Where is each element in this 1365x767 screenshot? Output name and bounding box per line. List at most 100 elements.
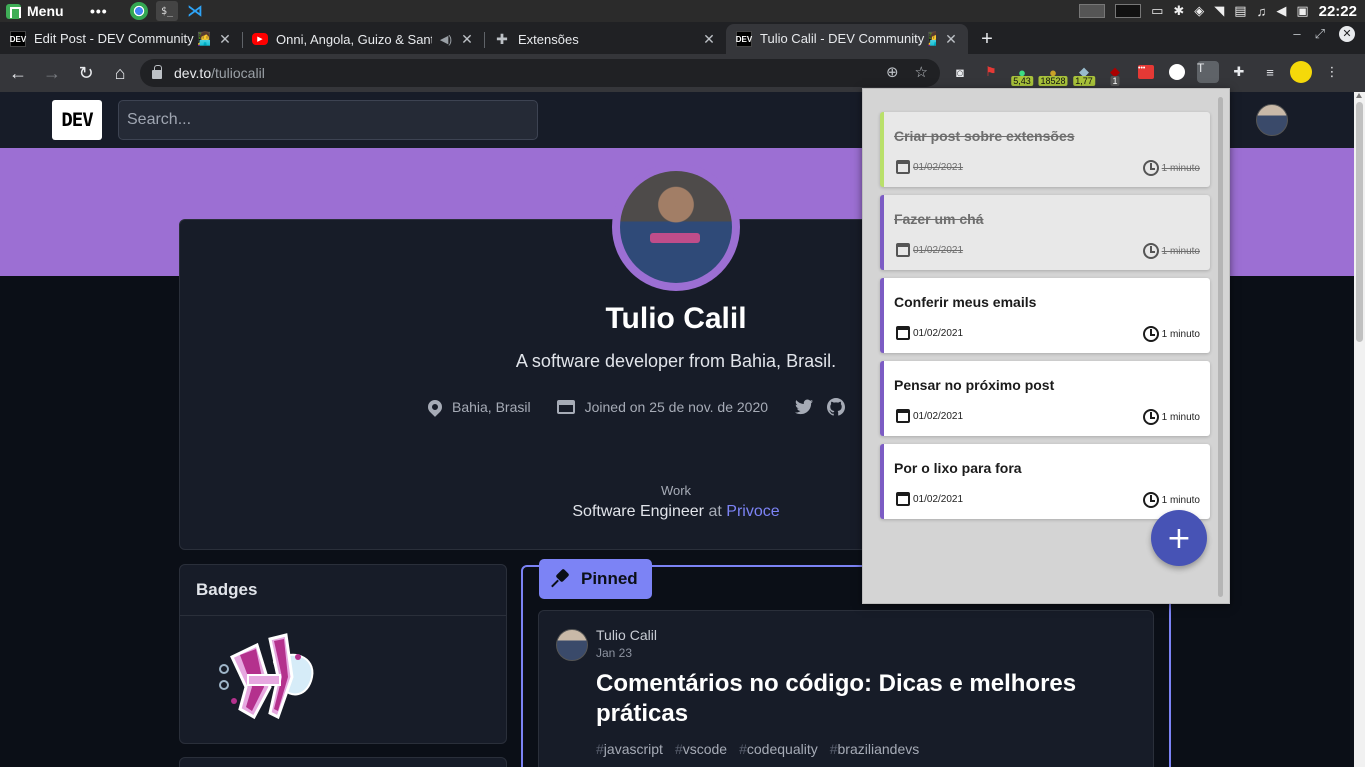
os-tray: ▭ ✱ ◈ ◥ ▤ ♫ ◀ ▣ 22:22 bbox=[1079, 0, 1357, 22]
volume-icon[interactable]: ◀ bbox=[1276, 3, 1286, 19]
tasks-extension-button[interactable]: T bbox=[1196, 58, 1220, 86]
tag-link[interactable]: #javascript bbox=[596, 741, 663, 757]
battery-icon[interactable]: ▣ bbox=[1296, 3, 1308, 19]
work-role: Software Engineer bbox=[572, 503, 705, 520]
twitter-icon[interactable] bbox=[794, 397, 814, 417]
wifi-icon[interactable]: ◥ bbox=[1214, 3, 1224, 19]
calendar-icon bbox=[896, 326, 910, 340]
os-menu-button[interactable]: Menu bbox=[0, 3, 80, 19]
tab-extensions[interactable]: ✚ Extensões ✕ bbox=[484, 24, 726, 54]
task-title: Por o lixo para fora bbox=[894, 460, 1022, 476]
display-icon[interactable]: ▭ bbox=[1151, 3, 1163, 19]
task-duration: 1 minuto bbox=[1142, 160, 1200, 176]
address-bar[interactable]: dev.to/tuliocalil ⊕ ☆ bbox=[140, 59, 940, 87]
clock-icon bbox=[1142, 243, 1159, 259]
audio-playing-icon[interactable]: ◀) bbox=[440, 33, 452, 46]
article-title[interactable]: Comentários no código: Dicas e melhores … bbox=[596, 669, 1116, 729]
tab-close-icon[interactable]: ✕ bbox=[460, 31, 474, 48]
article-author[interactable]: Tulio Calil bbox=[596, 627, 657, 643]
vscode-app-icon[interactable]: ⋊ bbox=[184, 1, 206, 21]
location-text: Bahia, Brasil bbox=[452, 399, 531, 415]
os-top-panel: Menu ••• $_ ⋊ ▭ ✱ ◈ ◥ ▤ ♫ ◀ ▣ 22:22 bbox=[0, 0, 1365, 22]
music-icon[interactable]: ♫ bbox=[1257, 4, 1267, 19]
task-date: 01/02/2021 bbox=[896, 492, 963, 506]
coin-extension-icon[interactable]: ● 18528 bbox=[1038, 58, 1068, 86]
pinned-label: Pinned bbox=[581, 569, 638, 588]
ublock-extension-icon[interactable]: ◆ 1 bbox=[1103, 58, 1127, 86]
os-clock[interactable]: 22:22 bbox=[1319, 3, 1357, 20]
article-date: Jan 23 bbox=[596, 646, 633, 660]
dev-logo[interactable]: DEV bbox=[52, 100, 102, 140]
task-card[interactable]: Criar post sobre extensões 01/02/2021 1 … bbox=[880, 112, 1210, 187]
tab-youtube[interactable]: ▶ Onni, Angola, Guizo & Sant ◀) ✕ bbox=[242, 24, 484, 54]
red-extension-badge: ••• bbox=[1138, 65, 1154, 79]
profile-avatar-icon[interactable] bbox=[1289, 58, 1313, 86]
flag-extension-icon[interactable]: ⚑ bbox=[979, 58, 1003, 86]
extensions-puzzle-icon[interactable]: ✚ bbox=[1227, 58, 1251, 86]
pinned-article[interactable]: Tulio Calil Jan 23 Comentários no código… bbox=[538, 610, 1154, 767]
task-card[interactable]: Por o lixo para fora 01/02/2021 1 minuto bbox=[880, 444, 1210, 519]
new-tab-button[interactable]: + bbox=[972, 24, 1002, 54]
task-card[interactable]: Conferir meus emails 01/02/2021 1 minuto bbox=[880, 278, 1210, 353]
home-button[interactable]: ⌂ bbox=[104, 57, 136, 89]
bluetooth-icon[interactable]: ✱ bbox=[1173, 3, 1184, 19]
shield-icon[interactable]: ◈ bbox=[1194, 3, 1204, 19]
popup-scrollbar[interactable] bbox=[1218, 97, 1223, 597]
work-company-link[interactable]: Privoce bbox=[726, 503, 779, 520]
heartbeat-dot bbox=[1169, 64, 1185, 80]
tag-link[interactable]: #codequality bbox=[739, 741, 818, 757]
add-task-button[interactable]: + bbox=[1151, 510, 1207, 566]
reload-button[interactable]: ↻ bbox=[70, 57, 102, 89]
chrome-app-icon[interactable] bbox=[130, 2, 148, 20]
close-window-icon[interactable]: ✕ bbox=[1339, 26, 1355, 42]
tasks-extension-popup: Criar post sobre extensões 01/02/2021 1 … bbox=[862, 88, 1230, 604]
scrollbar-thumb[interactable] bbox=[1356, 102, 1363, 342]
tab-close-icon[interactable]: ✕ bbox=[944, 31, 958, 48]
header-avatar[interactable] bbox=[1256, 104, 1288, 136]
github-icon[interactable] bbox=[826, 397, 846, 417]
extension-badge: 1,77 bbox=[1073, 76, 1095, 86]
tab-profile[interactable]: DEV Tulio Calil - DEV Community 👩‍💻 ✕ bbox=[726, 24, 968, 54]
chrome-menu-icon[interactable]: ⋮ bbox=[1320, 58, 1344, 86]
joined-item: Joined on 25 de nov. de 2020 bbox=[556, 399, 768, 415]
task-card[interactable]: Fazer um chá 01/02/2021 1 minuto bbox=[880, 195, 1210, 270]
tag-link[interactable]: #braziliandevs bbox=[830, 741, 920, 757]
back-button[interactable]: ← bbox=[2, 57, 34, 89]
tab-edit-post[interactable]: DEV Edit Post - DEV Community 👩‍💻 ✕ bbox=[0, 24, 242, 54]
minimize-icon[interactable]: – bbox=[1293, 26, 1300, 42]
url-path: /tuliocalil bbox=[211, 65, 265, 81]
leaf-extension-icon[interactable]: ◆ 1,77 bbox=[1072, 58, 1096, 86]
os-workspaces-button[interactable]: ••• bbox=[90, 3, 120, 19]
tag-link[interactable]: #vscode bbox=[675, 741, 727, 757]
tab-close-icon[interactable]: ✕ bbox=[218, 31, 232, 48]
task-card[interactable]: Pensar no próximo post 01/02/2021 1 minu… bbox=[880, 361, 1210, 436]
cpu-graph-icon bbox=[1079, 4, 1106, 18]
zoom-icon[interactable]: ⊕ bbox=[886, 63, 899, 81]
article-author-avatar[interactable] bbox=[556, 629, 588, 661]
maximize-icon[interactable]: ⤢ bbox=[1315, 26, 1325, 42]
page-scrollbar[interactable] bbox=[1354, 92, 1365, 767]
calendar-icon bbox=[896, 492, 910, 506]
clipboard-icon[interactable]: ▤ bbox=[1234, 3, 1246, 19]
camera-extension-icon[interactable]: ◙ bbox=[948, 58, 972, 86]
task-duration: 1 minuto bbox=[1142, 409, 1200, 425]
terminal-app-icon[interactable]: $_ bbox=[156, 1, 178, 21]
tab-close-icon[interactable]: ✕ bbox=[702, 31, 716, 48]
media-queue-icon[interactable]: ≡ bbox=[1258, 58, 1282, 86]
android-extension-icon[interactable]: ● 5,43 bbox=[1010, 58, 1034, 86]
task-duration: 1 minuto bbox=[1142, 243, 1200, 259]
scroll-up-arrow-icon[interactable] bbox=[1356, 93, 1362, 98]
task-title: Pensar no próximo post bbox=[894, 377, 1055, 393]
red-extension-icon[interactable]: ••• bbox=[1134, 58, 1158, 86]
work-at: at bbox=[708, 503, 722, 520]
mint-logo-icon bbox=[6, 3, 21, 19]
extensions-row: ◙ ⚑ ● 5,43 ● 18528 ◆ 1,77 ◆ 1 ••• T ✚ ≡ ⋮ bbox=[948, 58, 1344, 86]
pinned-tag: Pinned bbox=[539, 559, 652, 599]
lock-icon[interactable] bbox=[152, 65, 162, 79]
bookmark-star-icon[interactable]: ☆ bbox=[915, 63, 928, 81]
profile-avatar bbox=[612, 163, 740, 291]
hacktoberfest-badge-icon[interactable] bbox=[212, 627, 322, 727]
search-input[interactable] bbox=[118, 100, 538, 140]
forward-button[interactable]: → bbox=[36, 57, 68, 89]
heartbeat-extension-icon[interactable] bbox=[1165, 58, 1189, 86]
